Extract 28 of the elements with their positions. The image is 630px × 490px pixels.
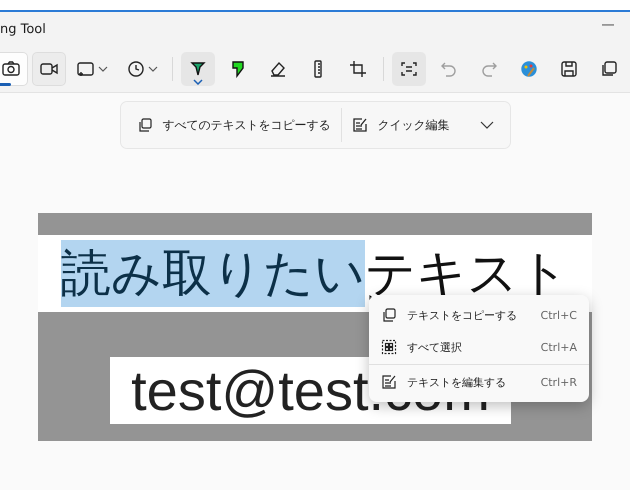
select-all-icon [381,339,397,355]
chevron-icon [480,120,494,130]
shortcut-text: Ctrl+C [540,308,577,322]
eraser-icon [268,59,288,79]
palette-icon [519,59,539,79]
caret-icon [148,65,158,73]
copy-icon [136,117,152,133]
copy-icon [381,307,397,323]
caret-icon [98,65,108,73]
menu-label: すべて選択 [407,340,463,354]
clock-icon [126,59,146,79]
save-icon [559,59,579,79]
edit-icon [352,117,368,133]
menu-item[interactable]: すべて選択 Ctrl+A [369,331,589,363]
shortcut-text: Ctrl+R [540,376,577,388]
pen-button[interactable] [181,52,215,86]
video-button[interactable] [32,52,66,86]
shortcut-text: Ctrl+A [540,340,577,354]
quick-edit-button[interactable]: クイック編集 [342,116,504,134]
chevron-icon [193,79,203,85]
recognized-text[interactable]: 読み取りたい [61,240,365,307]
text-actions-button[interactable] [392,52,426,86]
minimize-button[interactable]: — [602,17,630,31]
crop-icon [348,59,368,79]
menu-item[interactable]: テキストをコピーする Ctrl+C [369,299,589,331]
menu-label: テキストをコピーする [407,308,518,322]
copy-all-text-button[interactable]: すべてのテキストをコピーする [126,116,340,134]
window-title: ng Tool [0,22,46,36]
